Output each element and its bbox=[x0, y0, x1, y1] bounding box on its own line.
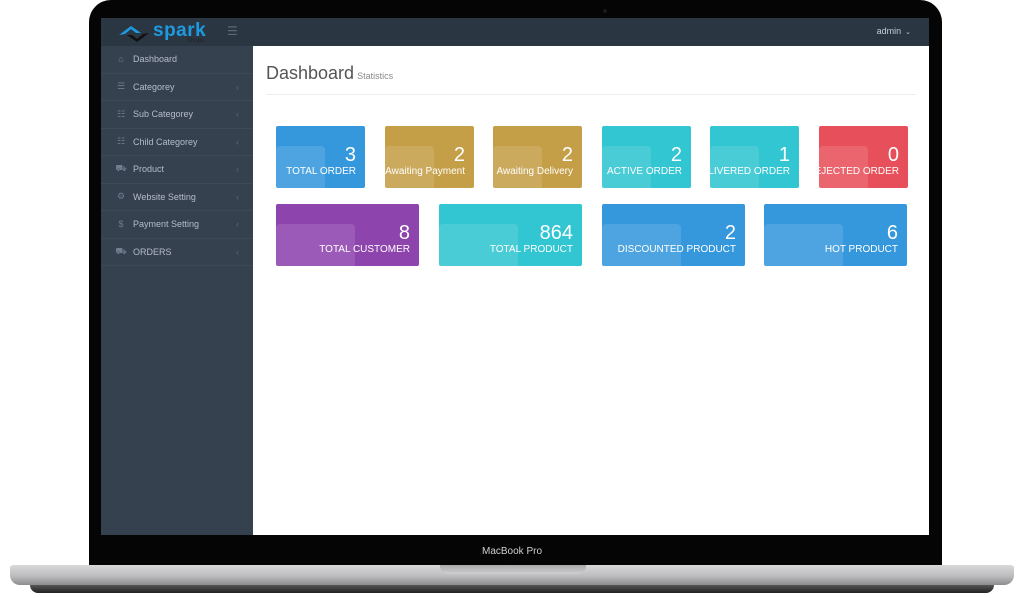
sidebar-item-label: Sub Categorey bbox=[133, 109, 194, 120]
sidebar-item-label: Website Setting bbox=[133, 191, 196, 202]
list-icon: ☷ bbox=[116, 108, 126, 119]
stat-value: 8 bbox=[398, 222, 410, 244]
chevron-left-icon: ‹ bbox=[236, 191, 239, 202]
stat-card-total-order[interactable]: 3 TOTAL ORDER bbox=[276, 126, 365, 188]
stat-card-rejected-order[interactable]: 0REJECTED ORDER bbox=[819, 126, 908, 188]
stat-value: 6 bbox=[886, 222, 898, 244]
stat-card-hot-product[interactable]: 6 HOT PRODUCT bbox=[764, 204, 907, 266]
main-content: Dashboard Statistics 3 TOTAL ORDER 2 Awaitin… bbox=[253, 46, 929, 535]
stat-value: 3 bbox=[344, 144, 356, 166]
list-icon: ☰ bbox=[116, 81, 126, 92]
stat-card-total-customer[interactable]: 8 TOTAL CUSTOMER bbox=[276, 204, 419, 266]
stat-card-discounted-product[interactable]: 2 DISCOUNTED PRODUCT bbox=[602, 204, 745, 266]
stat-value: 1 bbox=[778, 144, 790, 166]
sidebar-item-payment-setting[interactable]: $ Payment Setting ‹ bbox=[101, 211, 253, 239]
page-title: Dashboard Statistics bbox=[266, 63, 393, 84]
cart-icon: ⛟ bbox=[115, 163, 127, 174]
sidebar-item-orders[interactable]: ⛟ ORDERS ‹ bbox=[101, 239, 253, 266]
chevron-down-icon: ⌄ bbox=[905, 29, 911, 36]
stat-label: DELIVERED ORDER bbox=[710, 166, 790, 177]
stat-value: 864 bbox=[539, 222, 573, 244]
user-name: admin bbox=[876, 26, 902, 36]
chevron-left-icon: ‹ bbox=[236, 136, 239, 147]
stat-label: ACTIVE ORDER bbox=[606, 166, 682, 177]
stat-card-active-order[interactable]: 2 ACTIVE ORDER bbox=[602, 126, 691, 188]
chevron-left-icon: ‹ bbox=[236, 164, 239, 175]
brand-subtitle: Shops bbox=[187, 38, 205, 44]
stat-value: 2 bbox=[724, 222, 736, 244]
stat-label: TOTAL PRODUCT bbox=[489, 244, 573, 255]
device-label: MacBook Pro bbox=[481, 546, 543, 557]
stat-card-awaiting-delivery[interactable]: 2 Awaiting Delivery bbox=[493, 126, 582, 188]
stat-card-delivered-order[interactable]: 1DELIVERED ORDER bbox=[710, 126, 799, 188]
dollar-icon: $ bbox=[118, 219, 124, 230]
user-menu[interactable]: admin ⌄ bbox=[877, 26, 911, 36]
sidebar: ⌂ Dashboard ☰ Categorey ‹ ☷ Sub Categorey ‹ ☷ Chi… bbox=[101, 46, 253, 535]
stat-value: 0 bbox=[887, 144, 899, 166]
stat-label: HOT PRODUCT bbox=[824, 244, 898, 255]
stat-label: TOTAL ORDER bbox=[286, 166, 356, 177]
sidebar-item-sub-categorey[interactable]: ☷ Sub Categorey ‹ bbox=[101, 101, 253, 129]
stat-label: REJECTED ORDER bbox=[819, 166, 899, 177]
sidebar-item-label: Dashboard bbox=[133, 54, 178, 65]
hamburger-icon[interactable]: ☰ bbox=[227, 25, 238, 37]
sidebar-item-label: Child Categorey bbox=[133, 136, 198, 147]
stat-value: 2 bbox=[561, 144, 573, 166]
sidebar-item-child-categorey[interactable]: ☷ Child Categorey ‹ bbox=[101, 129, 253, 156]
laptop-notch bbox=[440, 565, 586, 574]
sidebar-item-label: Product bbox=[133, 164, 165, 175]
page-title-text: Dashboard bbox=[266, 63, 355, 83]
list-icon: ☷ bbox=[116, 136, 126, 147]
title-divider bbox=[266, 94, 916, 95]
gears-icon: ⚙ bbox=[116, 191, 126, 202]
screen: spark Shops ☰ admin ⌄ ⌂ Dashboard ☰ Categore… bbox=[101, 18, 929, 535]
chevron-left-icon: ‹ bbox=[236, 246, 239, 257]
cart-icon: ⛟ bbox=[115, 245, 127, 256]
sidebar-item-website-setting[interactable]: ⚙ Website Setting ‹ bbox=[101, 184, 253, 211]
stat-label: Awaiting Delivery bbox=[496, 166, 573, 177]
sidebar-item-label: ORDERS bbox=[133, 246, 172, 257]
camera-dot bbox=[603, 9, 607, 13]
sidebar-item-categorey[interactable]: ☰ Categorey ‹ bbox=[101, 74, 253, 101]
page-subtitle: Statistics bbox=[357, 71, 394, 81]
stat-label: DISCOUNTED PRODUCT bbox=[617, 244, 736, 255]
stat-card-total-product[interactable]: 864 TOTAL PRODUCT bbox=[439, 204, 582, 266]
sidebar-item-dashboard[interactable]: ⌂ Dashboard bbox=[101, 46, 253, 74]
chevron-left-icon: ‹ bbox=[236, 109, 239, 120]
stat-card-awaiting-payment[interactable]: 2 Awaiting Payment bbox=[385, 126, 474, 188]
logo-icon bbox=[119, 26, 149, 42]
stat-label: Awaiting Payment bbox=[385, 166, 465, 177]
stat-value: 2 bbox=[670, 144, 682, 166]
chevron-left-icon: ‹ bbox=[236, 219, 239, 230]
stat-value: 2 bbox=[453, 144, 465, 166]
home-icon: ⌂ bbox=[118, 54, 124, 65]
sidebar-item-label: Categorey bbox=[133, 81, 175, 92]
chevron-left-icon: ‹ bbox=[236, 81, 239, 92]
sidebar-item-product[interactable]: ⛟ Product ‹ bbox=[101, 156, 253, 184]
top-header: spark Shops ☰ admin ⌄ bbox=[101, 18, 929, 46]
stat-label: TOTAL CUSTOMER bbox=[319, 244, 410, 255]
sidebar-item-label: Payment Setting bbox=[133, 219, 200, 230]
laptop-base-shadow bbox=[30, 585, 994, 593]
brand-logo[interactable]: spark Shops bbox=[117, 20, 217, 45]
